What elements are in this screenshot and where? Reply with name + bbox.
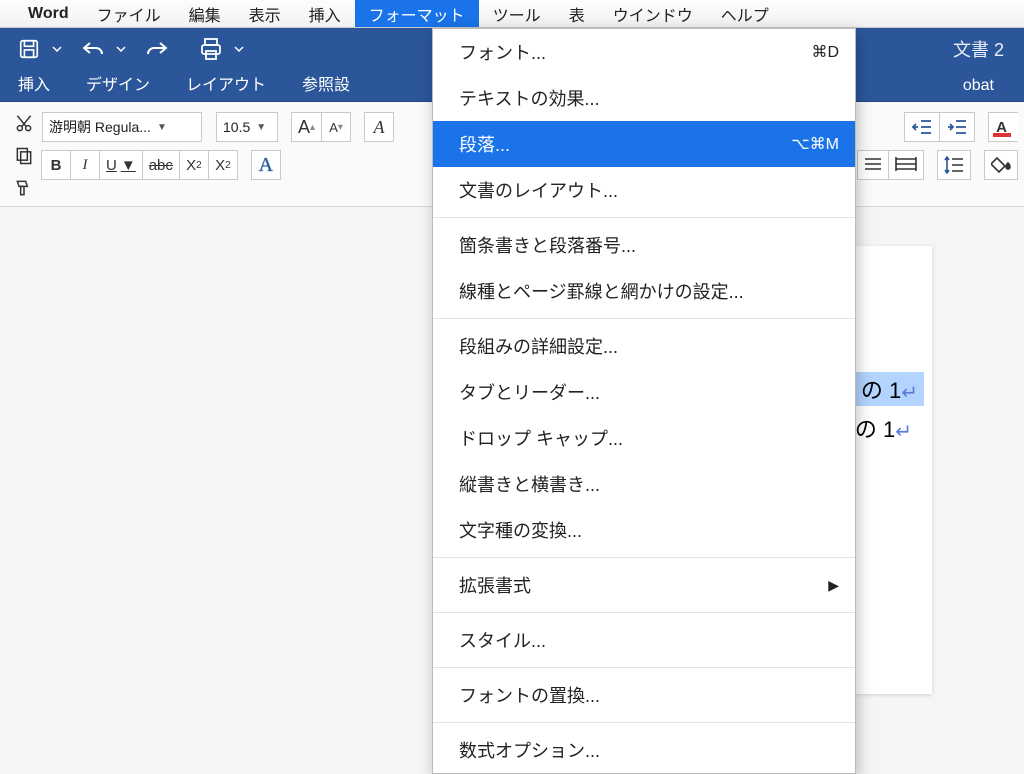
tab-acrobat[interactable]: obat (945, 71, 1024, 101)
menu-edit[interactable]: 編集 (175, 0, 235, 27)
cut-icon[interactable] (14, 114, 34, 134)
clear-format-button[interactable]: A (364, 112, 394, 142)
tab-insert[interactable]: 挿入 (0, 65, 68, 101)
distributed-align-button[interactable] (888, 150, 924, 180)
menu-help[interactable]: ヘルプ (707, 0, 783, 27)
menu-document-layout[interactable]: 文書のレイアウト... (433, 167, 855, 213)
text-line2: の 1 (855, 417, 895, 442)
bold-button[interactable]: B (41, 150, 71, 180)
strikethrough-button[interactable]: abc (142, 150, 180, 180)
tab-design[interactable]: デザイン (68, 65, 168, 101)
redo-icon[interactable] (140, 34, 174, 64)
undo-icon[interactable] (76, 34, 110, 64)
menu-separator (433, 722, 855, 723)
font-color-button[interactable]: A (988, 112, 1018, 142)
print-icon[interactable] (194, 34, 228, 64)
menu-insert[interactable]: 挿入 (295, 0, 355, 27)
menu-asian-layout[interactable]: 拡張書式▶ (433, 562, 855, 608)
menu-separator (433, 217, 855, 218)
shading-button[interactable] (984, 150, 1018, 180)
menu-tools[interactable]: ツール (479, 0, 555, 27)
grow-font-button[interactable]: A▴ (291, 112, 322, 142)
save-dropdown-icon[interactable] (52, 44, 66, 54)
menu-file[interactable]: ファイル (83, 0, 175, 27)
menu-font[interactable]: フォント...⌘D (433, 29, 855, 75)
mac-menubar: Word ファイル 編集 表示 挿入 フォーマット ツール 表 ウインドウ ヘル… (0, 0, 1024, 28)
menu-separator (433, 612, 855, 613)
decrease-indent-button[interactable] (904, 112, 940, 142)
chevron-down-icon: ▼ (121, 157, 136, 174)
selected-text-line1[interactable]: の 1↵ (855, 372, 924, 406)
subscript-button[interactable]: X2 (179, 150, 209, 180)
undo-dropdown-icon[interactable] (116, 44, 130, 54)
save-icon[interactable] (12, 34, 46, 64)
font-name-value: 游明朝 Regula... (49, 117, 151, 137)
menu-style[interactable]: スタイル... (433, 617, 855, 663)
menu-replace-fonts[interactable]: フォントの置換... (433, 672, 855, 718)
menu-text-effects[interactable]: テキストの効果... (433, 75, 855, 121)
menu-separator (433, 667, 855, 668)
shrink-font-button[interactable]: A▾ (321, 112, 351, 142)
document-text-lines: の 1↵ の 1↵ (855, 372, 924, 444)
text-effects-button[interactable]: A (251, 150, 281, 180)
menu-equation-options[interactable]: 数式オプション... (433, 727, 855, 773)
shortcut-label: ⌘D (811, 42, 839, 62)
submenu-arrow-icon: ▶ (828, 577, 839, 594)
font-name-select[interactable]: 游明朝 Regula... ▼ (42, 112, 202, 142)
shortcut-label: ⌥⌘M (791, 134, 839, 154)
menu-separator (433, 318, 855, 319)
increase-indent-button[interactable] (939, 112, 975, 142)
document-title: 文書 2 (953, 36, 1024, 62)
menu-borders-shading[interactable]: 線種とページ罫線と網かけの設定... (433, 268, 855, 314)
menu-columns[interactable]: 段組みの詳細設定... (433, 323, 855, 369)
menu-table[interactable]: 表 (555, 0, 599, 27)
menu-paragraph[interactable]: 段落...⌥⌘M (433, 121, 855, 167)
menu-view[interactable]: 表示 (235, 0, 295, 27)
print-dropdown-icon[interactable] (234, 44, 248, 54)
align-justify-button[interactable] (857, 150, 889, 180)
menu-bullets-numbering[interactable]: 箇条書きと段落番号... (433, 222, 855, 268)
menu-drop-cap[interactable]: ドロップ キャップ... (433, 415, 855, 461)
tab-references[interactable]: 参照設 (284, 65, 368, 101)
font-size-select[interactable]: 10.5 ▼ (216, 112, 278, 142)
menu-change-case[interactable]: 文字種の変換... (433, 507, 855, 553)
menu-format[interactable]: フォーマット (355, 0, 479, 27)
copy-icon[interactable] (14, 146, 34, 166)
menu-tabs[interactable]: タブとリーダー... (433, 369, 855, 415)
chevron-down-icon: ▼ (256, 122, 266, 133)
format-menu-dropdown: フォント...⌘D テキストの効果... 段落...⌥⌘M 文書のレイアウト..… (432, 28, 856, 774)
menu-separator (433, 557, 855, 558)
menu-text-direction[interactable]: 縦書きと横書き... (433, 461, 855, 507)
line-spacing-button[interactable] (937, 150, 971, 180)
font-size-value: 10.5 (223, 119, 250, 135)
chevron-down-icon: ▼ (157, 122, 167, 133)
format-painter-icon[interactable] (14, 178, 34, 198)
superscript-button[interactable]: X2 (208, 150, 238, 180)
italic-button[interactable]: I (70, 150, 100, 180)
tab-layout[interactable]: レイアウト (168, 65, 284, 101)
underline-button[interactable]: U▼ (99, 150, 143, 180)
paragraph-mark-icon: ↵ (901, 382, 918, 404)
paragraph-mark-icon: ↵ (895, 421, 912, 443)
clipboard-gutter (6, 108, 42, 198)
menu-window[interactable]: ウインドウ (599, 0, 707, 27)
app-name: Word (0, 5, 83, 23)
